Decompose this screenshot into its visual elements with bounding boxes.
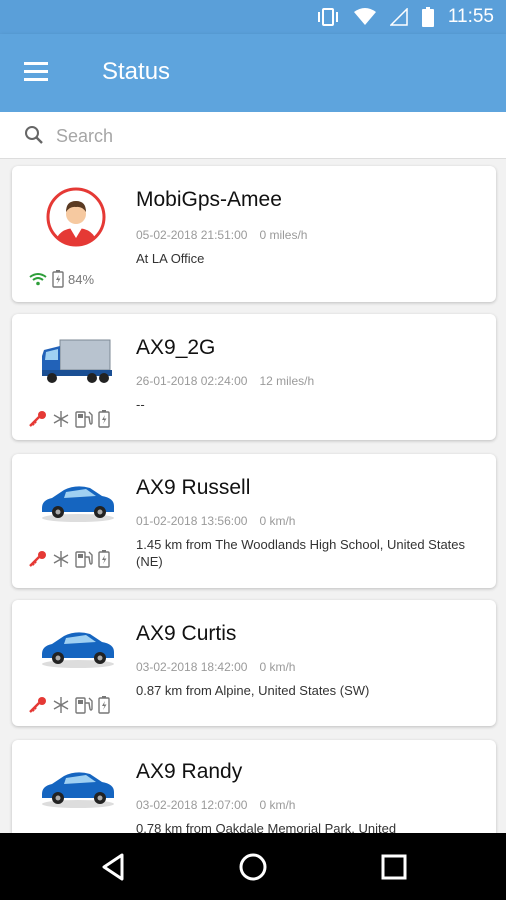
last-update-time: 26-01-2018 02:24:00 (136, 374, 248, 388)
fuel-icon (75, 697, 93, 714)
battery-level: 84% (68, 271, 95, 287)
list-item[interactable]: 84% MobiGps-Amee 05-02-2018 21:51:00 0 mi… (12, 166, 496, 302)
hamburger-icon (24, 62, 48, 65)
last-update-time: 05-02-2018 21:51:00 (136, 228, 248, 242)
speed-value: 0 miles/h (259, 228, 308, 242)
speed-value: 12 miles/h (259, 374, 315, 388)
ac-snowflake-icon (53, 551, 69, 567)
device-meta: 26-01-2018 02:24:00 12 miles/h (136, 374, 314, 388)
status-icons: 11:55 (316, 6, 494, 28)
page-title: Status (102, 58, 171, 85)
wifi-signal-icon (29, 273, 47, 286)
status-badges: 84% (28, 270, 94, 288)
system-nav-bar (0, 833, 506, 900)
device-address: 0.87 km from Alpine, United States (SW) (136, 683, 370, 698)
list-item[interactable]: AX9 Curtis 03-02-2018 18:42:00 0 km/h 0.8… (12, 600, 496, 726)
device-name: AX9 Randy (136, 760, 243, 783)
menu-button[interactable] (22, 60, 52, 84)
ac-snowflake-icon (53, 411, 69, 427)
device-meta: 05-02-2018 21:51:00 0 miles/h (136, 228, 307, 242)
device-address: At LA Office (136, 251, 205, 266)
wifi-icon (353, 8, 376, 25)
search-icon (25, 126, 43, 144)
speed-value: 0 km/h (259, 660, 296, 674)
battery-charging-icon (98, 410, 110, 428)
device-name: AX9 Curtis (136, 622, 237, 645)
list-item[interactable]: AX9_2G 26-01-2018 02:24:00 12 miles/h -- (12, 314, 496, 440)
fuel-icon (75, 411, 93, 428)
device-meta: 03-02-2018 12:07:00 0 km/h (136, 798, 295, 812)
person-avatar-icon (36, 182, 120, 256)
device-name: AX9_2G (136, 336, 216, 359)
battery-charging-icon (98, 696, 110, 714)
cell-signal-icon (389, 8, 408, 26)
speed-value: 0 km/h (259, 798, 296, 812)
ac-snowflake-icon (53, 697, 69, 713)
status-badges (28, 550, 110, 568)
clock: 11:55 (447, 6, 494, 27)
battery-icon (421, 7, 434, 27)
status-badges (28, 410, 110, 428)
system-status-bar: 11:55 (0, 0, 506, 34)
back-button[interactable] (98, 851, 130, 883)
device-address: 0.78 km from Oakdale Memorial Park, Unit… (136, 821, 397, 833)
app-bar: Status (0, 34, 506, 112)
recents-button[interactable] (378, 851, 410, 883)
battery-charging-icon (52, 270, 64, 288)
device-name: AX9 Russell (136, 476, 251, 499)
car-icon (36, 478, 120, 552)
list-item[interactable]: AX9 Russell 01-02-2018 13:56:00 0 km/h 1.… (12, 454, 496, 588)
search-input[interactable] (56, 120, 476, 152)
battery-charging-icon (98, 550, 110, 568)
ignition-key-icon (29, 411, 46, 427)
device-address: -- (136, 397, 145, 412)
search-bar (0, 112, 506, 159)
truck-icon (36, 334, 120, 408)
last-update-time: 03-02-2018 12:07:00 (136, 798, 248, 812)
car-icon (36, 764, 120, 833)
device-list[interactable]: 84% MobiGps-Amee 05-02-2018 21:51:00 0 mi… (0, 160, 506, 833)
car-icon (36, 624, 120, 698)
vibrate-icon (317, 8, 338, 26)
list-item[interactable]: AX9 Randy 03-02-2018 12:07:00 0 km/h 0.78… (12, 740, 496, 833)
last-update-time: 01-02-2018 13:56:00 (136, 514, 248, 528)
device-address: 1.45 km from The Woodlands High School, … (136, 537, 466, 569)
ignition-key-icon (29, 551, 46, 567)
fuel-icon (75, 551, 93, 568)
device-meta: 03-02-2018 18:42:00 0 km/h (136, 660, 295, 674)
status-badges (28, 696, 110, 714)
device-name: MobiGps-Amee (136, 188, 282, 211)
home-button[interactable] (237, 851, 269, 883)
ignition-key-icon (29, 697, 46, 713)
last-update-time: 03-02-2018 18:42:00 (136, 660, 248, 674)
speed-value: 0 km/h (259, 514, 296, 528)
device-meta: 01-02-2018 13:56:00 0 km/h (136, 514, 295, 528)
